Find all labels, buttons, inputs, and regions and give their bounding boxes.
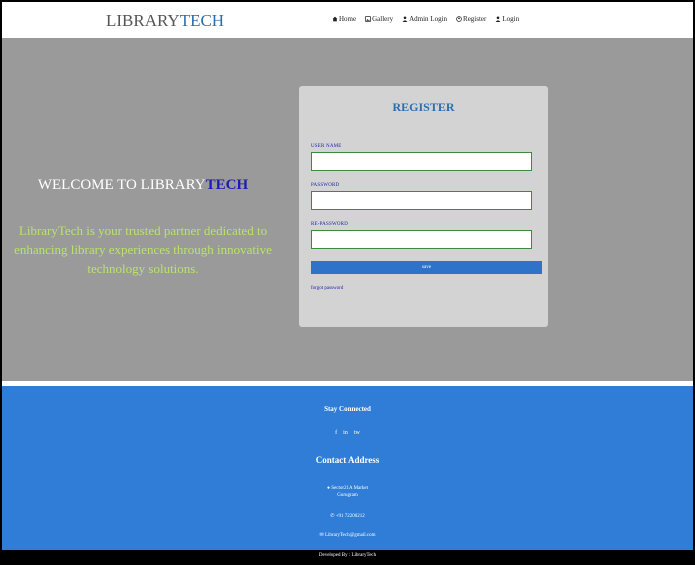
welcome-heading: WELCOME TO LIBRARYTECH <box>2 177 284 194</box>
nav-login[interactable]: Login <box>495 15 519 23</box>
nav-admin-login-label: Admin Login <box>409 15 448 23</box>
user-icon <box>495 16 501 22</box>
developer-credit: Developed By : LibraryTech <box>2 550 693 563</box>
email-text[interactable]: LibraryTech@gmail.com <box>325 533 376 538</box>
nav-menu: Home Gallery Admin Login Register Login <box>332 15 519 23</box>
nav-gallery[interactable]: Gallery <box>365 15 393 23</box>
save-button[interactable]: save <box>311 261 542 274</box>
register-title: REGISTER <box>392 100 455 114</box>
address-line-1: ● Sector21A Market <box>2 486 693 492</box>
username-label: USER NAME <box>311 144 342 149</box>
nav-gallery-label: Gallery <box>372 15 394 23</box>
social-links: f in tw <box>2 430 693 436</box>
hero-section: WELCOME TO LIBRARYTECH LibraryTech is yo… <box>2 38 693 381</box>
contact-heading: Contact Address <box>315 455 380 465</box>
email-line: ✉ LibraryTech@gmail.com <box>2 533 693 539</box>
address-line-2: Gurugram <box>337 493 358 498</box>
welcome-prefix: WELCOME TO LIBRARY <box>37 177 206 193</box>
repassword-label: RE-PASSWORD <box>311 222 349 227</box>
nav-login-label: Login <box>502 15 520 23</box>
welcome-highlight: TECH <box>205 177 249 193</box>
register-icon <box>456 16 462 22</box>
address-text-1: Sector21A Market <box>331 486 369 491</box>
brand-text-tech: TECH <box>179 11 225 30</box>
nav-home-label: Home <box>339 15 357 23</box>
brand-text-library: LIBRARY <box>106 11 180 30</box>
repassword-field[interactable] <box>311 230 532 249</box>
home-icon <box>332 16 338 22</box>
image-icon <box>365 16 371 22</box>
nav-admin-login[interactable]: Admin Login <box>402 15 447 23</box>
forgot-password-link[interactable]: forgot password <box>311 286 343 291</box>
user-icon <box>402 16 408 22</box>
nav-home[interactable]: Home <box>332 15 356 23</box>
password-field[interactable] <box>311 191 532 210</box>
top-navbar: LIBRARYTECH Home Gallery Admin Login Reg… <box>2 2 693 38</box>
password-label: PASSWORD <box>311 183 340 188</box>
stay-connected-heading: Stay Connected <box>324 405 371 413</box>
page-frame: LIBRARYTECH Home Gallery Admin Login Reg… <box>2 2 693 563</box>
twitter-icon[interactable]: tw <box>354 430 360 436</box>
footer: Stay Connected f in tw Contact Address ●… <box>2 386 693 550</box>
brand-logo[interactable]: LIBRARYTECH <box>106 11 224 31</box>
hero-tagline: LibraryTech is your trusted partner dedi… <box>14 223 272 276</box>
register-card: REGISTER USER NAME PASSWORD RE-PASSWORD … <box>299 86 548 327</box>
nav-register-label: Register <box>463 15 487 23</box>
facebook-icon[interactable]: f <box>335 430 337 436</box>
linkedin-icon[interactable]: in <box>343 430 348 436</box>
phone-text: +91 72200212 <box>335 514 365 519</box>
nav-register[interactable]: Register <box>456 15 486 23</box>
username-field[interactable] <box>311 152 532 171</box>
phone-line: ✆ +91 72200212 <box>2 514 693 520</box>
